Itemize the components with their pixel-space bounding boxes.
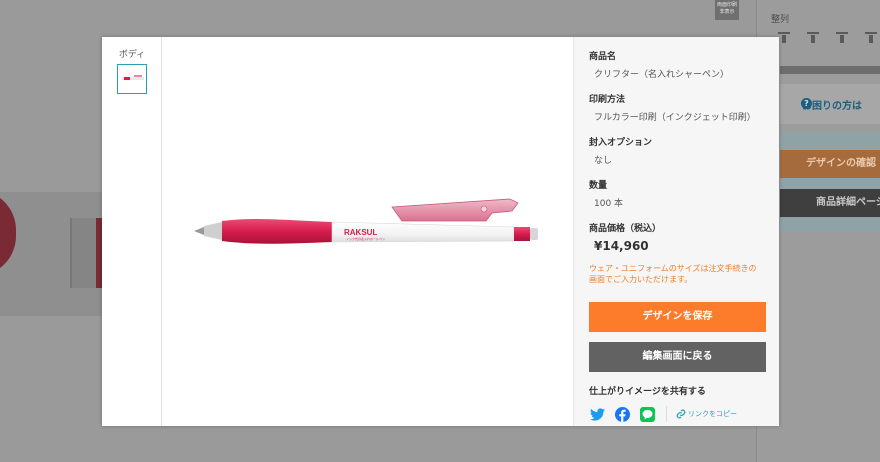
copy-link-label: リンクをコピー <box>688 410 737 418</box>
pen-end-cap <box>514 227 530 241</box>
pen-tagline: ノック式の名入れボールペン <box>346 236 385 241</box>
thumbnail-pen-image <box>122 75 144 80</box>
preview-area: RAKSUL ノック式の名入れボールペン <box>162 37 573 426</box>
price-label: 商品価格（税込） <box>589 224 662 234</box>
product-name: クリフター（名入れシャーペン） <box>594 70 730 80</box>
pen-tip <box>194 227 204 235</box>
side-panel-bar <box>780 66 880 74</box>
side-panel-actions <box>780 132 880 232</box>
option-label: 封入オプション <box>589 138 653 148</box>
help-icon: ? <box>801 98 812 109</box>
quantity-value: 100 本 <box>594 199 624 209</box>
product-name-label: 商品名 <box>589 52 617 62</box>
align-center-icon[interactable] <box>807 32 819 44</box>
align-left-icon[interactable] <box>778 32 790 44</box>
back-to-editor-button[interactable]: 編集画面に戻る <box>589 342 766 372</box>
print-side-badge[interactable]: 両面印刷 非表示 <box>715 0 739 20</box>
design-preview-modal: ボディ RAKSUL ノック式の名入れボールペン 商品名 クリフター（名入れシャ… <box>102 37 779 426</box>
print-method: フルカラー印刷（インクジェット印刷） <box>594 113 756 123</box>
pen-clip-hole <box>480 205 488 213</box>
print-method-label: 印刷方法 <box>589 95 626 105</box>
align-right-icon[interactable] <box>836 32 848 44</box>
align-label: 整列 <box>771 15 790 25</box>
price-value: ¥14,960 <box>594 239 649 253</box>
pen-knock <box>530 228 538 240</box>
option-value: なし <box>594 156 613 166</box>
help-banner[interactable]: お困りの方は <box>780 84 880 124</box>
link-icon <box>676 409 686 419</box>
pen-grip <box>222 219 332 244</box>
thumbnail-label: ボディ <box>118 50 146 60</box>
align-top-icon[interactable] <box>865 32 877 44</box>
pen-cone <box>204 222 222 240</box>
pen-clip <box>391 198 519 222</box>
share-row: リンクをコピー <box>589 406 764 422</box>
design-confirm-button[interactable]: デザインの確認 <box>780 150 880 178</box>
thumbnail-column: ボディ <box>102 37 162 426</box>
twitter-icon[interactable] <box>589 406 605 422</box>
facebook-icon[interactable] <box>614 406 630 422</box>
align-toolbar <box>778 32 877 44</box>
copy-link[interactable]: リンクをコピー <box>676 409 737 419</box>
product-info-panel: 商品名 クリフター（名入れシャーペン） 印刷方法 フルカラー印刷（インクジェット… <box>573 37 779 426</box>
quantity-label: 数量 <box>589 181 608 191</box>
share-title: 仕上がりイメージを共有する <box>589 387 706 397</box>
size-note: ウェア・ユニフォームのサイズは注文手続きの画面でご入力いただけます。 <box>589 264 757 284</box>
share-divider <box>666 406 667 422</box>
product-detail-button[interactable]: 商品詳細ページ <box>780 189 880 217</box>
thumbnail-body[interactable] <box>117 64 147 94</box>
pen-brand: RAKSUL <box>344 228 377 237</box>
save-design-button[interactable]: デザインを保存 <box>589 302 766 332</box>
pen-image: RAKSUL ノック式の名入れボールペン <box>194 198 538 244</box>
line-icon[interactable] <box>639 406 655 422</box>
